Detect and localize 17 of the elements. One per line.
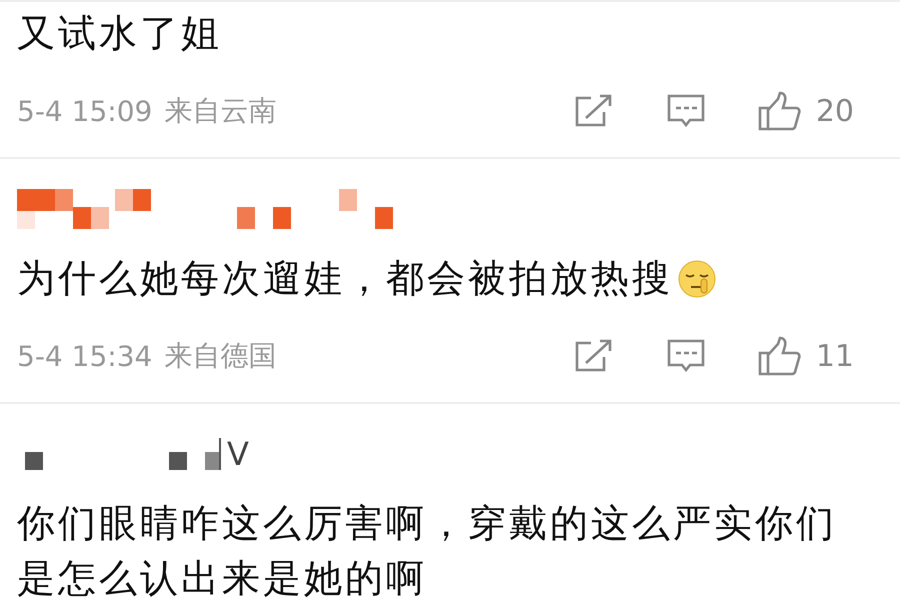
thumbs-up-icon[interactable] bbox=[758, 336, 802, 376]
comment-text: 又试水了姐 bbox=[17, 10, 222, 57]
comment-text: 你们眼睛咋这么厉害啊，穿戴的这么严实你们是怎么认出来是她的啊 bbox=[17, 500, 838, 598]
comment-icon[interactable] bbox=[666, 93, 706, 129]
comment-time: 5-4 15:09 bbox=[17, 94, 152, 128]
thumbs-up-icon[interactable] bbox=[758, 91, 802, 131]
comment-icon[interactable] bbox=[666, 338, 706, 374]
share-icon[interactable] bbox=[574, 339, 614, 373]
comment-time: 5-4 15:34 bbox=[17, 340, 152, 372]
comment-text: 为什么她每次遛娃，都会被拍放热搜 bbox=[17, 255, 673, 302]
emoji-icon bbox=[677, 258, 717, 298]
name-fragment-text: V bbox=[227, 434, 249, 474]
comment-location: 来自德国 bbox=[164, 338, 276, 374]
share-icon[interactable] bbox=[574, 94, 614, 128]
like-count: 11 bbox=[816, 338, 854, 374]
comment-location: 来自云南 bbox=[164, 93, 276, 129]
like-count: 20 bbox=[816, 94, 854, 128]
